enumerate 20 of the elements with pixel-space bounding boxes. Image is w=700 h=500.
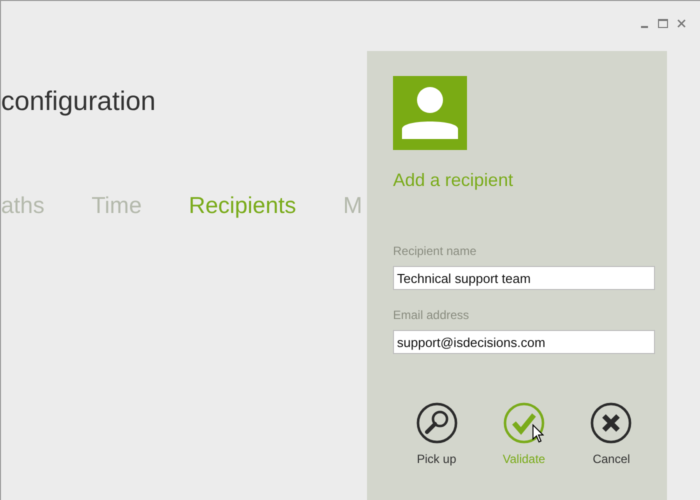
action-button[interactable]: Validate — [502, 402, 546, 468]
close-icon — [590, 402, 632, 444]
input-field[interactable]: Technical support team — [393, 266, 655, 290]
input-field[interactable]: support@isdecisions.com — [393, 330, 655, 354]
action-button[interactable]: Cancel — [590, 402, 632, 468]
field-label: Recipient name — [393, 243, 476, 260]
maximize-icon[interactable] — [658, 19, 668, 28]
tab[interactable]: Time — [91, 189, 142, 221]
page-title: configuration — [1, 85, 156, 118]
panel-title: Add a recipient — [393, 169, 514, 192]
tab[interactable]: aths — [1, 189, 44, 221]
search-icon — [416, 402, 458, 444]
cursor-icon — [532, 424, 544, 443]
field-label: Email address — [393, 307, 470, 324]
tab[interactable]: M — [343, 189, 362, 221]
action-button[interactable]: Pick up — [416, 402, 458, 468]
close-icon[interactable] — [677, 19, 686, 28]
checkmark-icon — [502, 402, 545, 444]
person-icon — [401, 87, 459, 139]
tab[interactable]: Recipients — [188, 189, 296, 221]
